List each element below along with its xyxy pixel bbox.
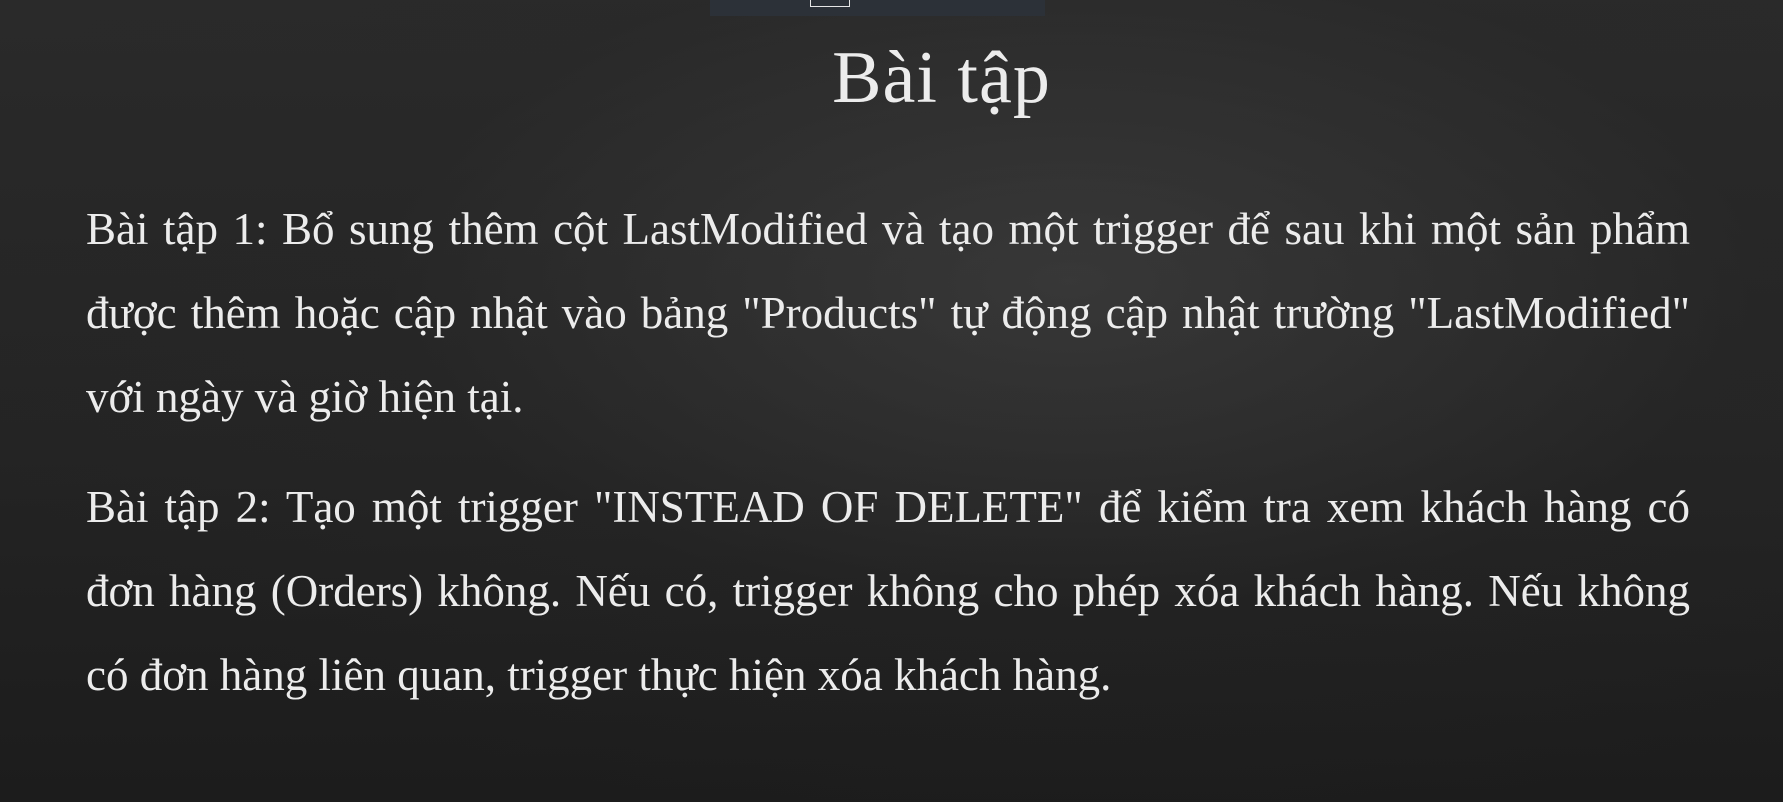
exercise-1-text: Bài tập 1: Bổ sung thêm cột LastModified… [86, 204, 1690, 422]
top-toolbar-strip [710, 0, 1045, 16]
top-handle-icon[interactable] [810, 0, 850, 7]
slide: Bài tập Bài tập 1: Bổ sung thêm cột Last… [0, 0, 1783, 802]
exercise-2-text: Bài tập 2: Tạo một trigger "INSTEAD OF D… [86, 482, 1690, 700]
slide-title: Bài tập [832, 37, 1051, 119]
